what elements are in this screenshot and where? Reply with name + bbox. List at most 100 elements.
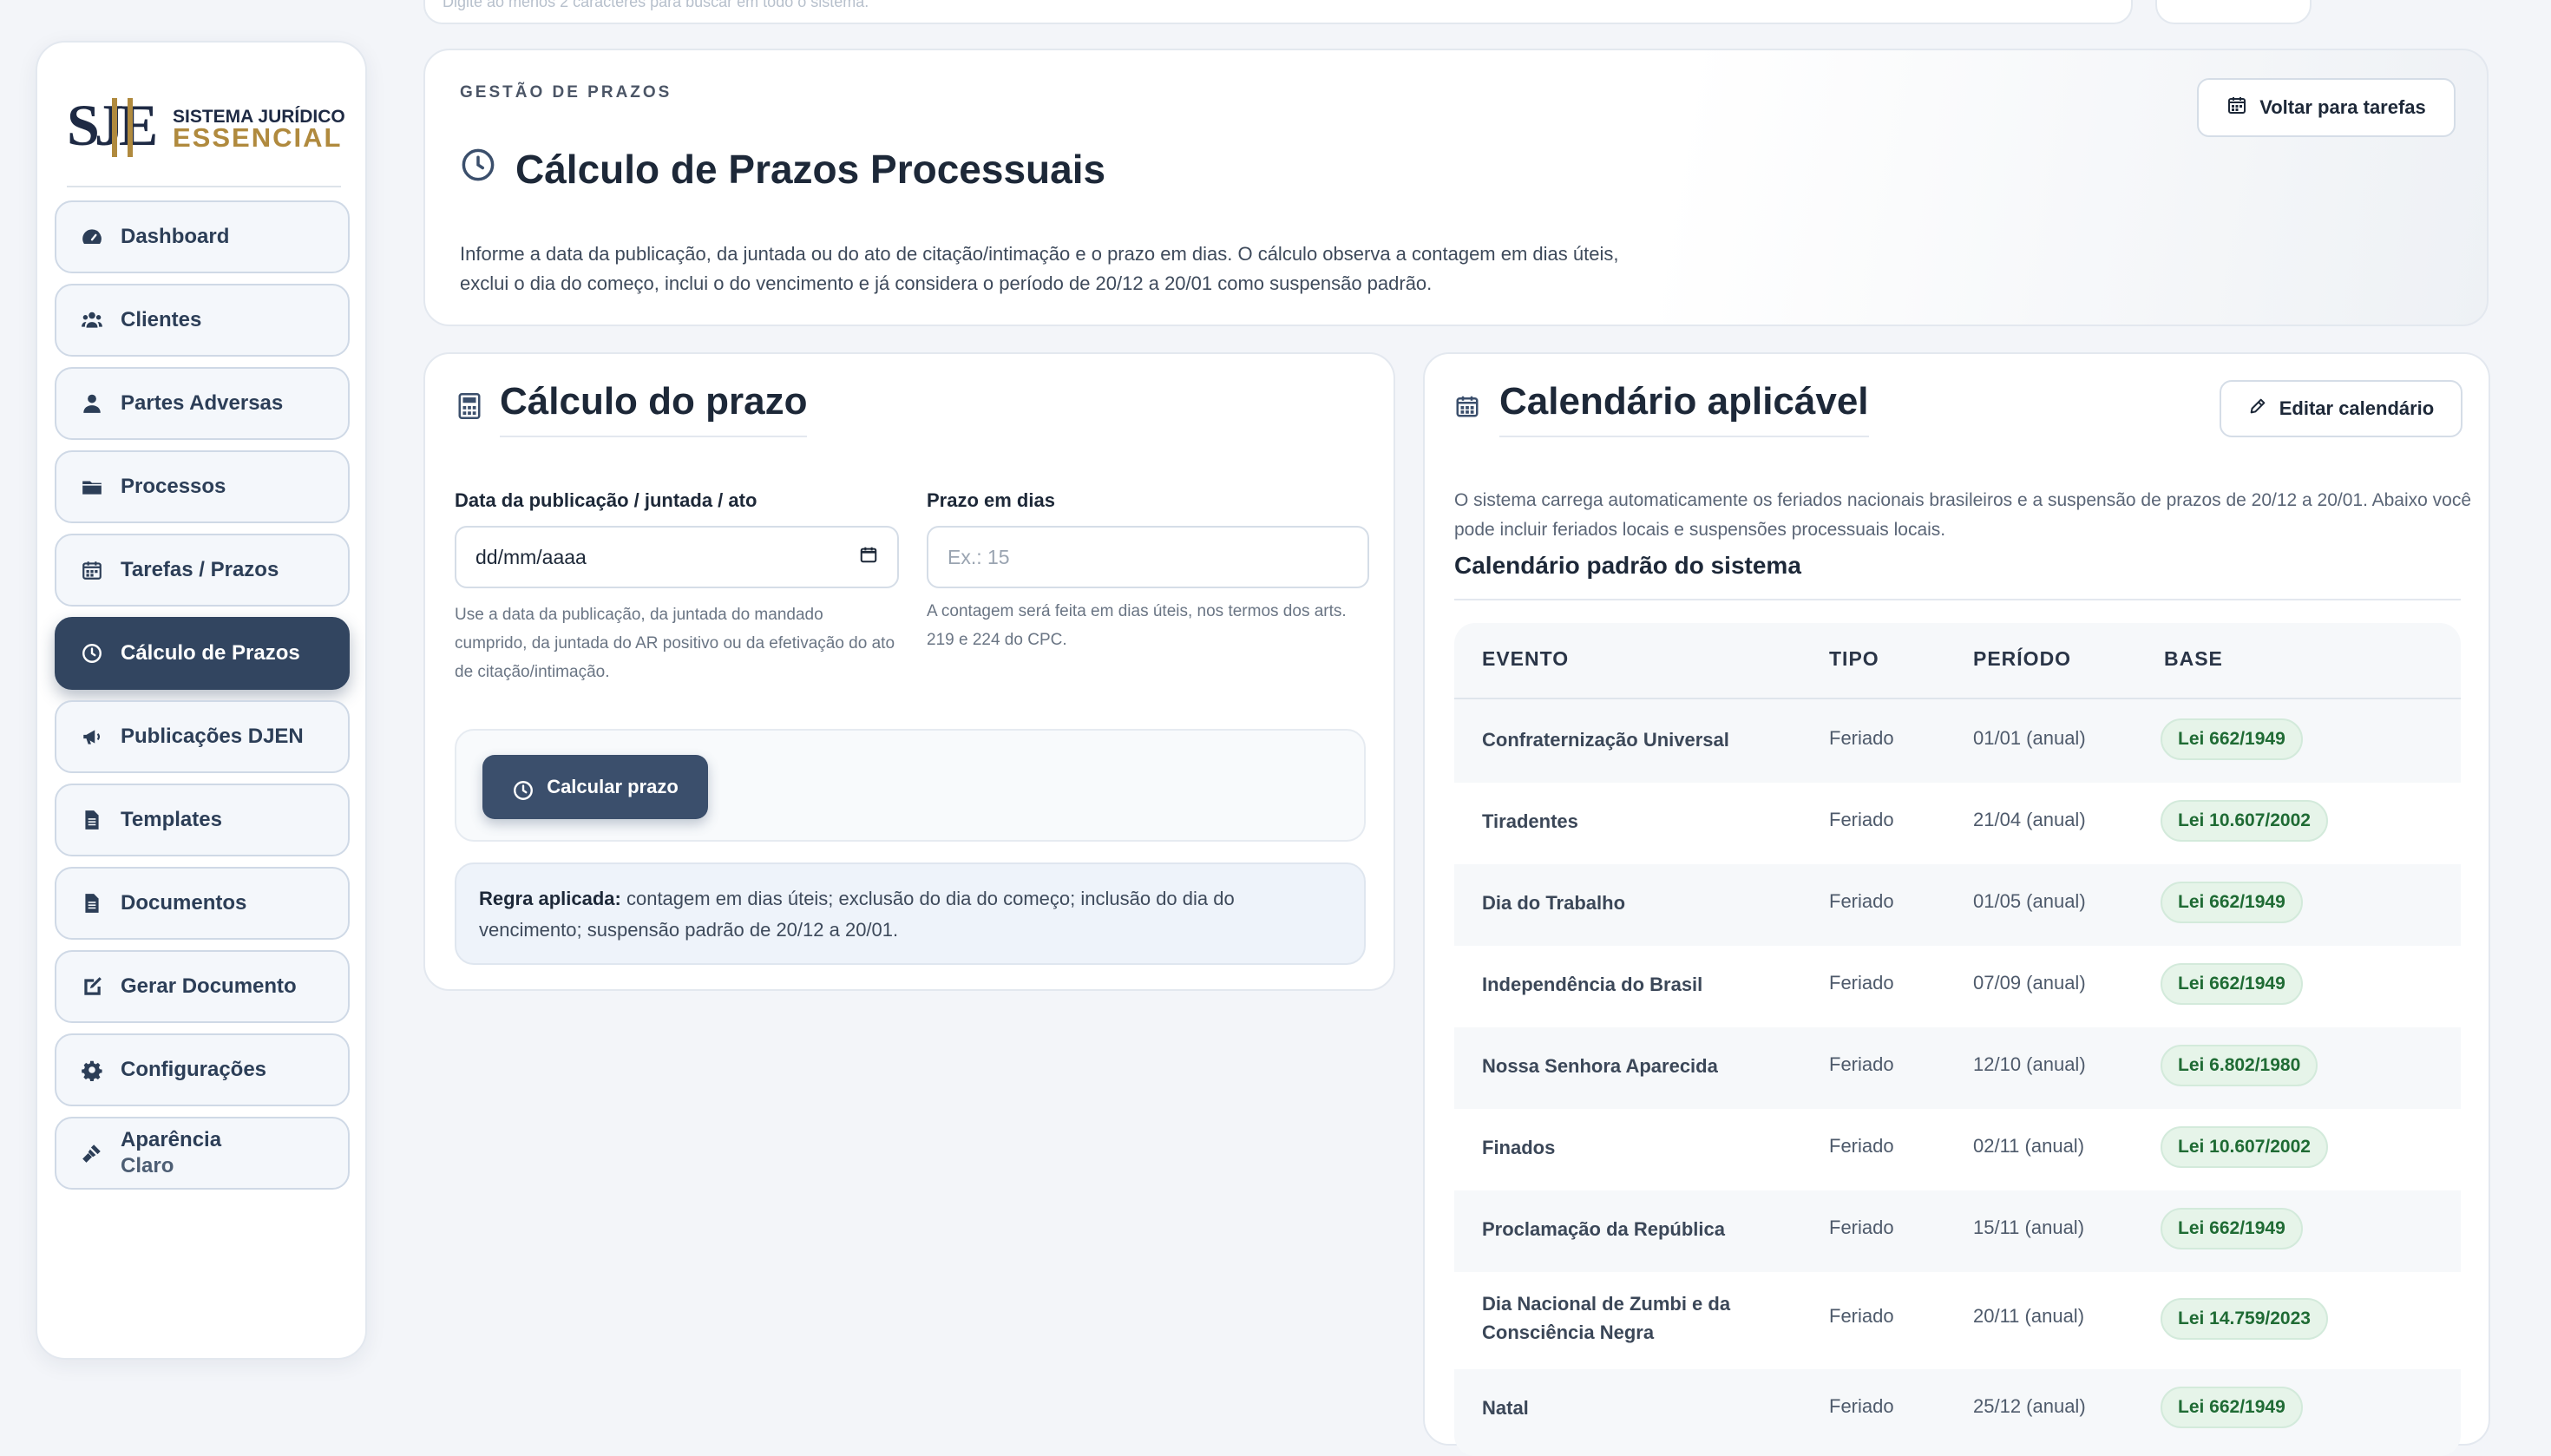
base-badge: Lei 662/1949 — [2161, 963, 2303, 1005]
days-input[interactable]: Ex.: 15 — [927, 526, 1369, 588]
table-row: Dia Nacional de Zumbi e da Consciência N… — [1454, 1272, 2461, 1369]
edit-calendar-label: Editar calendário — [2279, 397, 2435, 419]
sidebar-item-partes-adversas[interactable]: Partes Adversas — [55, 367, 350, 440]
sidebar-item-label: Templates — [121, 808, 222, 831]
calendar-subtitle: Calendário padrão do sistema — [1454, 552, 1801, 579]
cell-evento: Independência do Brasil — [1482, 974, 1703, 995]
file-icon — [79, 807, 105, 833]
cell-tipo: Feriado — [1829, 1305, 1894, 1327]
topbar-action[interactable] — [2155, 0, 2312, 24]
sidebar-item-templates[interactable]: Templates — [55, 784, 350, 856]
base-badge: Lei 10.607/2002 — [2161, 800, 2328, 842]
sidebar-item-label: Dashboard — [121, 225, 230, 248]
appearance-value: Claro — [121, 1154, 174, 1177]
days-hint: A contagem será feita em dias úteis, nos… — [927, 602, 1347, 649]
cell-evento: Nossa Senhora Aparecida — [1482, 1055, 1718, 1077]
cell-tipo: Feriado — [1829, 727, 1894, 749]
cell-tipo: Feriado — [1829, 972, 1894, 994]
sidebar-item-configuracoes[interactable]: Configurações — [55, 1033, 350, 1106]
column-header-base: BASE — [2164, 647, 2223, 670]
cell-periodo: 20/11 (anual) — [1973, 1305, 2085, 1327]
calendar-card-title: Calendário aplicável — [1454, 380, 1869, 437]
table-header: EVENTO TIPO PERÍODO BASE — [1454, 623, 2461, 699]
user-icon — [79, 390, 105, 416]
table-row: Finados Feriado 02/11 (anual) Lei 10.607… — [1454, 1109, 2461, 1190]
calendar-icon — [2226, 95, 2247, 121]
search-hint: Digite ao menos 2 caracteres para buscar… — [443, 0, 869, 10]
sidebar-item-processos[interactable]: Processos — [55, 450, 350, 523]
sidebar-item-label: Tarefas / Prazos — [121, 558, 279, 581]
gear-icon — [79, 1057, 105, 1083]
cell-evento: Dia do Trabalho — [1482, 892, 1626, 914]
sidebar-item-publicacoes[interactable]: Publicações DJEN — [55, 700, 350, 773]
base-badge: Lei 6.802/1980 — [2161, 1045, 2318, 1086]
days-input-placeholder: Ex.: 15 — [948, 545, 1010, 568]
sidebar-item-clientes[interactable]: Clientes — [55, 284, 350, 357]
page-header: GESTÃO DE PRAZOS Cálculo de Prazos Proce… — [423, 49, 2489, 326]
date-input[interactable]: dd/mm/aaaa — [455, 526, 899, 588]
table-row: Natal Feriado 25/12 (anual) Lei 662/1949 — [1454, 1369, 2461, 1451]
action-panel: Calcular prazo — [455, 729, 1366, 842]
cell-tipo: Feriado — [1829, 890, 1894, 912]
base-badge: Lei 14.759/2023 — [2161, 1298, 2328, 1340]
base-badge: Lei 662/1949 — [2161, 718, 2303, 760]
date-label: Data da publicação / juntada / ato — [455, 489, 757, 511]
cell-periodo: 02/11 (anual) — [1973, 1135, 2085, 1157]
base-badge: Lei 662/1949 — [2161, 882, 2303, 923]
cell-evento: Finados — [1482, 1137, 1556, 1158]
file-icon — [79, 890, 105, 916]
base-badge: Lei 10.607/2002 — [2161, 1126, 2328, 1168]
table-row: Independência do Brasil Feriado 07/09 (a… — [1454, 946, 2461, 1027]
page-title-text: Cálculo de Prazos Processuais — [515, 147, 1106, 192]
sidebar-item-label: Aparência — [121, 1128, 222, 1151]
sidebar-item-dashboard[interactable]: Dashboard — [55, 200, 350, 273]
sidebar-item-label: Partes Adversas — [121, 391, 284, 415]
column-header-evento: EVENTO — [1482, 647, 1570, 670]
cell-periodo: 01/05 (anual) — [1973, 890, 2086, 912]
sidebar-item-label: Gerar Documento — [121, 974, 297, 998]
sidebar-item-label: Processos — [121, 475, 226, 498]
calendar-card-title-text: Calendário aplicável — [1499, 380, 1869, 437]
back-to-tasks-button[interactable]: Voltar para tarefas — [2197, 78, 2456, 137]
edit-calendar-button[interactable]: Editar calendário — [2220, 380, 2462, 437]
page-title: Cálculo de Prazos Processuais — [460, 146, 1105, 193]
logo-mark: SJE — [67, 92, 155, 158]
sidebar-item-label: Clientes — [121, 308, 202, 331]
cell-periodo: 25/12 (anual) — [1973, 1395, 2086, 1417]
sidebar-item-gerar-documento[interactable]: Gerar Documento — [55, 950, 350, 1023]
calculate-button[interactable]: Calcular prazo — [482, 755, 708, 819]
sidebar-item-calculo-prazos[interactable]: Cálculo de Prazos — [55, 617, 350, 690]
dashboard-icon — [79, 224, 105, 250]
calculate-button-label: Calcular prazo — [547, 776, 679, 797]
base-badge: Lei 662/1949 — [2161, 1387, 2303, 1428]
logo-divider — [67, 186, 341, 187]
sidebar-item-tarefas[interactable]: Tarefas / Prazos — [55, 534, 350, 607]
holiday-table: EVENTO TIPO PERÍODO BASE Confraternizaçã… — [1454, 623, 2461, 1456]
calc-card-title: Cálculo do prazo — [458, 380, 808, 437]
cell-tipo: Feriado — [1829, 1217, 1894, 1238]
cell-periodo: 07/09 (anual) — [1973, 972, 2086, 994]
column-header-periodo: PERÍODO — [1973, 647, 2072, 670]
table-row: Proclamação da República Feriado 15/11 (… — [1454, 1190, 2461, 1272]
table-row: Nossa Senhora Aparecida Feriado 12/10 (a… — [1454, 1027, 2461, 1109]
calendar-icon — [1454, 385, 1480, 429]
cell-evento: Natal — [1482, 1397, 1529, 1419]
sidebar-item-documentos[interactable]: Documentos — [55, 867, 350, 940]
table-row: Tiradentes Feriado 21/04 (anual) Lei 10.… — [1454, 783, 2461, 864]
sidebar: SJE SISTEMA JURÍDICO ESSENCIAL Dashboard… — [36, 41, 367, 1360]
pencil-icon — [2248, 397, 2267, 421]
cell-evento: Tiradentes — [1482, 810, 1578, 832]
calc-card-title-text: Cálculo do prazo — [500, 380, 808, 437]
sidebar-item-label: Cálculo de Prazos — [121, 641, 300, 665]
brush-icon — [79, 1140, 105, 1166]
table-row: Confraternização Universal Feriado 01/01… — [1454, 701, 2461, 783]
calendar-picker-icon[interactable] — [859, 545, 878, 569]
sidebar-item-label: Documentos — [121, 891, 247, 915]
divider — [1454, 599, 2461, 600]
cell-evento: Proclamação da República — [1482, 1218, 1725, 1240]
sidebar-item-aparencia[interactable]: Aparência Claro — [55, 1117, 350, 1190]
cell-tipo: Feriado — [1829, 1135, 1894, 1157]
days-label: Prazo em dias — [927, 489, 1055, 511]
base-badge: Lei 662/1949 — [2161, 1208, 2303, 1249]
calendar-description: O sistema carrega automaticamente os fer… — [1454, 490, 2472, 540]
